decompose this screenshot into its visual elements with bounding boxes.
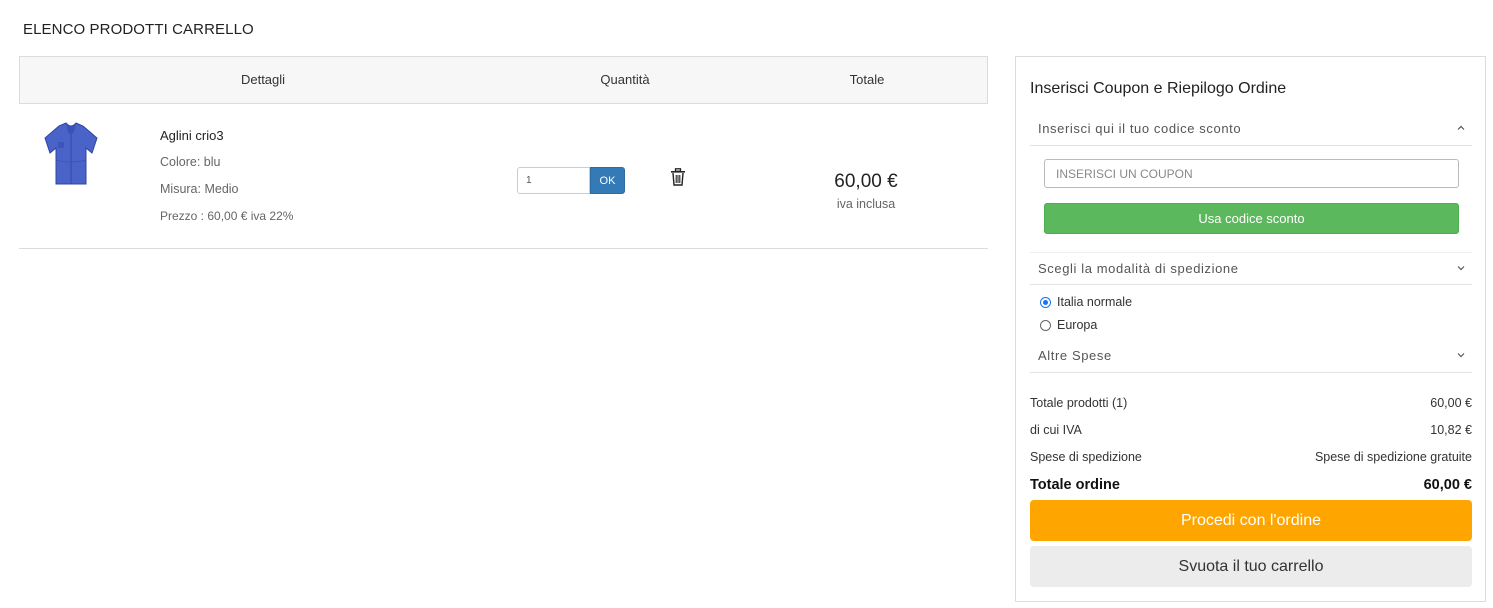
quantity-ok-button[interactable]: OK — [590, 167, 625, 194]
shipping-cost-label: Spese di spedizione — [1030, 450, 1142, 464]
empty-cart-button[interactable]: Svuota il tuo carrello — [1030, 546, 1472, 587]
shipping-option-italia[interactable]: Italia normale — [1040, 295, 1132, 309]
product-price: Prezzo : 60,00 € iva 22% — [160, 209, 294, 223]
coupon-accordion-label: Inserisci qui il tuo codice sconto — [1038, 121, 1242, 136]
products-total-label: Totale prodotti (1) — [1030, 396, 1128, 410]
product-name[interactable]: Aglini crio3 — [160, 128, 224, 143]
shipping-accordion-label: Scegli la modalità di spedizione — [1038, 261, 1239, 276]
shipping-option-label: Italia normale — [1057, 295, 1133, 309]
shipping-cost-value: Spese di spedizione gratuite — [1314, 450, 1472, 464]
header-quantity: Quantità — [600, 72, 650, 87]
radio-button-checked[interactable] — [1040, 296, 1051, 308]
item-total: 60,00 € — [834, 171, 898, 192]
shipping-cost-row: Spese di spedizione Spese di spedizione … — [1030, 450, 1472, 464]
order-total-label: Totale ordine — [1030, 477, 1120, 493]
shirt-icon[interactable] — [41, 120, 101, 188]
shipping-accordion-header[interactable]: Scegli la modalità di spedizione — [1030, 252, 1472, 285]
header-total: Totale — [849, 72, 885, 87]
product-color: Colore: blu — [160, 155, 221, 169]
shipping-option-label: Europa — [1057, 318, 1098, 332]
header-details: Dettagli — [240, 72, 286, 87]
page-title: ELENCO PRODOTTI CARRELLO — [23, 21, 254, 38]
coupon-input[interactable] — [1044, 159, 1459, 188]
order-total-row: Totale ordine 60,00 € — [1030, 477, 1472, 493]
chevron-up-icon — [1457, 125, 1465, 130]
shipping-option-europa[interactable]: Europa — [1040, 318, 1097, 332]
order-summary-panel: Inserisci Coupon e Riepilogo Ordine Inse… — [1015, 56, 1486, 602]
products-total-row: Totale prodotti (1) 60,00 € — [1030, 396, 1472, 410]
products-total-value: 60,00 € — [1430, 396, 1472, 410]
cart-item-row: Aglini crio3 Colore: blu Misura: Medio P… — [19, 104, 988, 249]
product-size: Misura: Medio — [160, 182, 239, 196]
proceed-order-button[interactable]: Procedi con l'ordine — [1030, 500, 1472, 541]
other-costs-accordion-header[interactable]: Altre Spese — [1030, 340, 1472, 373]
quantity-input[interactable] — [517, 167, 590, 194]
trash-icon[interactable] — [670, 168, 686, 186]
item-total-note: iva inclusa — [836, 197, 896, 211]
apply-coupon-button[interactable]: Usa codice sconto — [1044, 203, 1459, 234]
chevron-down-icon — [1457, 353, 1465, 358]
order-total-value: 60,00 € — [1423, 477, 1472, 493]
cart-table-header: Dettagli Quantità Totale — [19, 56, 988, 104]
summary-title: Inserisci Coupon e Riepilogo Ordine — [1030, 80, 1287, 97]
cart-table: Dettagli Quantità Totale Aglini crio3 Co… — [19, 56, 988, 249]
vat-label: di cui IVA — [1030, 423, 1082, 437]
chevron-down-icon — [1457, 266, 1465, 271]
vat-value: 10,82 € — [1430, 423, 1472, 437]
coupon-accordion-header[interactable]: Inserisci qui il tuo codice sconto — [1030, 113, 1472, 146]
vat-row: di cui IVA 10,82 € — [1030, 423, 1472, 437]
other-costs-accordion-label: Altre Spese — [1038, 348, 1112, 363]
radio-button[interactable] — [1040, 319, 1051, 331]
